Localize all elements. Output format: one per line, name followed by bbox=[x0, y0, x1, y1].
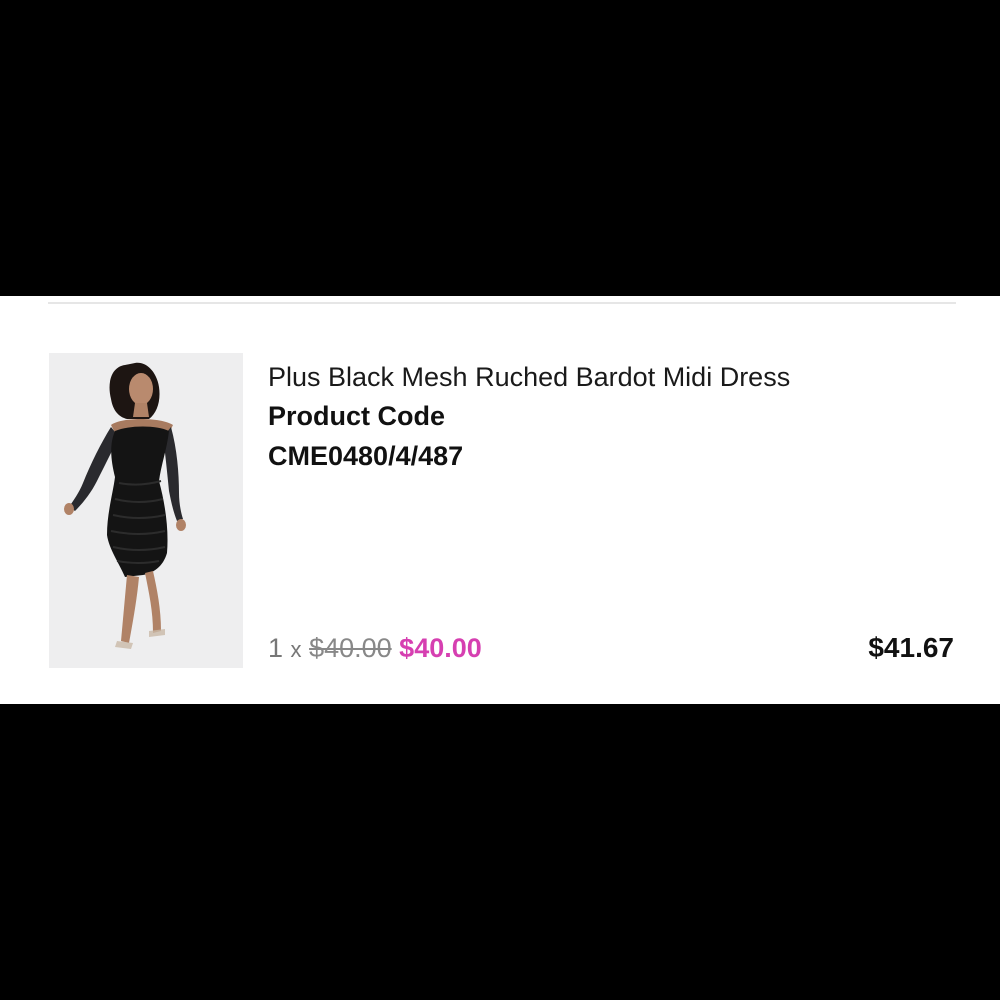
divider bbox=[48, 302, 956, 304]
product-image[interactable] bbox=[49, 353, 243, 668]
original-price: $40.00 bbox=[309, 633, 392, 663]
quantity-multiplier: x bbox=[290, 637, 302, 662]
product-code-value: CME0480/4/487 bbox=[268, 441, 464, 471]
quantity: 1 bbox=[268, 633, 284, 663]
screen: Plus Black Mesh Ruched Bardot Midi Dress… bbox=[0, 0, 1000, 1000]
sale-price: $40.00 bbox=[399, 633, 482, 663]
product-name[interactable]: Plus Black Mesh Ruched Bardot Midi Dress bbox=[268, 358, 908, 396]
order-item-panel: Plus Black Mesh Ruched Bardot Midi Dress… bbox=[0, 296, 1000, 704]
product-info: Plus Black Mesh Ruched Bardot Midi Dress… bbox=[268, 358, 908, 476]
dress-model-image bbox=[49, 353, 243, 668]
price-row: 1 x $40.00 $40.00 bbox=[268, 630, 482, 668]
line-total: $41.67 bbox=[868, 632, 954, 663]
product-code-label: Product Code bbox=[268, 401, 446, 431]
